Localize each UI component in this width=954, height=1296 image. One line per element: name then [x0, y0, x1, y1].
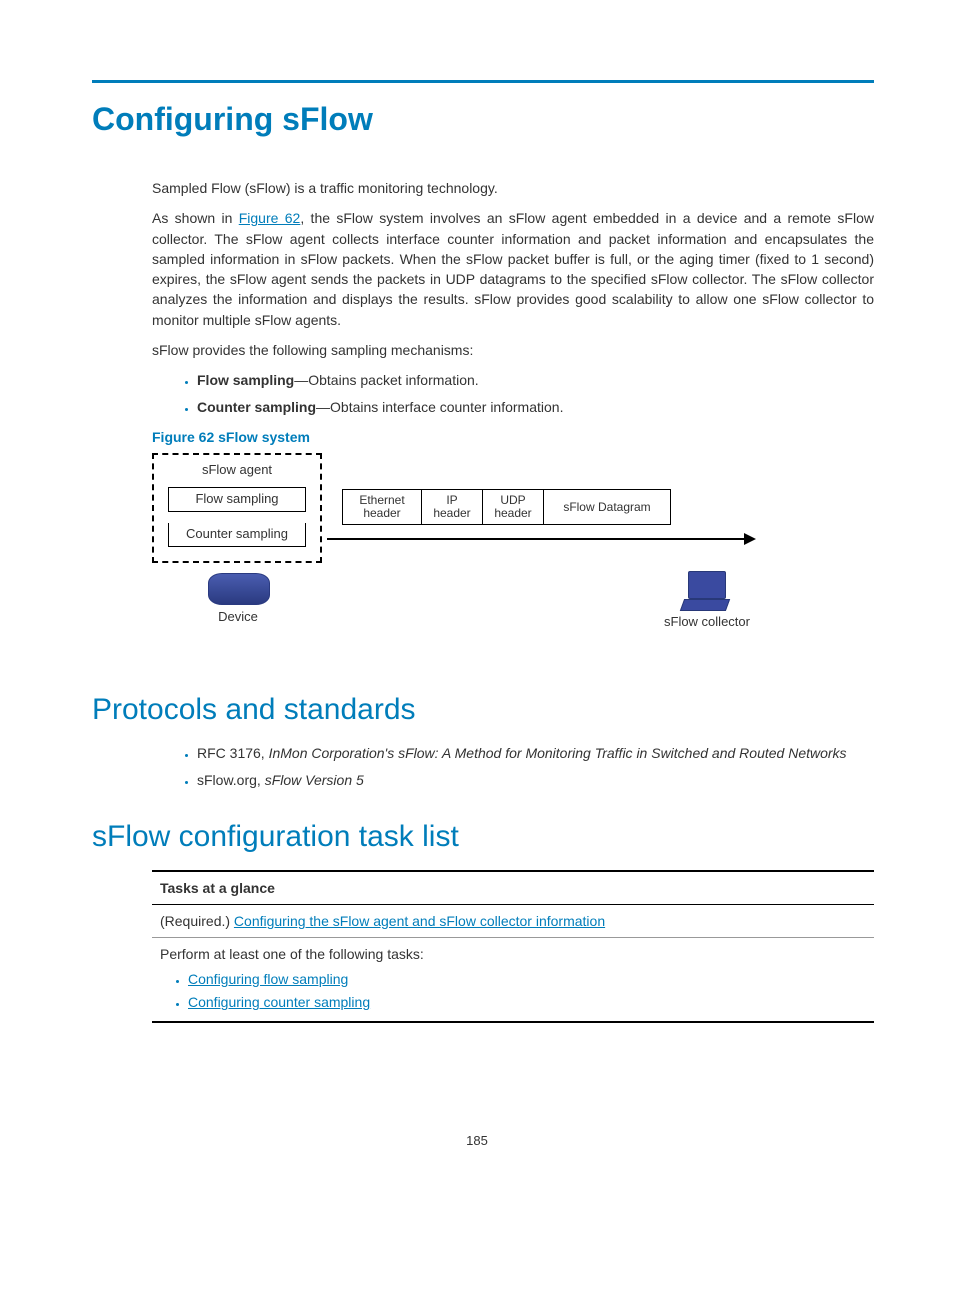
arrow-line [327, 538, 747, 540]
flow-sampling-cell: Flow sampling [168, 487, 306, 512]
tasklist-heading: sFlow configuration task list [92, 820, 874, 854]
arrow-head-icon [744, 533, 756, 545]
page-title: Configuring sFlow [92, 101, 874, 138]
protocols-heading: Protocols and standards [92, 693, 874, 727]
page-number: 185 [80, 1133, 874, 1148]
list-item: Flow sampling—Obtains packet information… [197, 370, 874, 390]
intro-p1: Sampled Flow (sFlow) is a traffic monito… [152, 178, 874, 198]
agent-label: sFlow agent [168, 461, 306, 480]
device-icon [208, 573, 270, 605]
tasks-table: Tasks at a glance (Required.) Configurin… [152, 870, 874, 1023]
task-link-flow[interactable]: Configuring flow sampling [188, 971, 348, 987]
intro-p2: As shown in Figure 62, the sFlow system … [152, 208, 874, 330]
counter-sampling-cell: Counter sampling [168, 523, 306, 547]
figure-caption: Figure 62 sFlow system [152, 427, 874, 447]
task-link-counter[interactable]: Configuring counter sampling [188, 994, 370, 1010]
figure-diagram: sFlow agent Flow sampling Counter sampli… [152, 453, 874, 663]
list-item: RFC 3176, InMon Corporation's sFlow: A M… [197, 743, 874, 763]
list-item: Configuring counter sampling [188, 992, 866, 1012]
collector-icon [682, 571, 724, 605]
task-link-agent[interactable]: Configuring the sFlow agent and sFlow co… [234, 913, 605, 929]
tasks-header: Tasks at a glance [152, 871, 874, 905]
figure-link[interactable]: Figure 62 [239, 210, 301, 226]
list-item: sFlow.org, sFlow Version 5 [197, 770, 874, 790]
table-row: Perform at least one of the following ta… [152, 938, 874, 1022]
top-rule [92, 80, 874, 83]
protocols-list: RFC 3176, InMon Corporation's sFlow: A M… [152, 743, 874, 790]
intro-p3: sFlow provides the following sampling me… [152, 340, 874, 360]
device-label: Device [198, 608, 278, 627]
collector-label: sFlow collector [664, 613, 750, 632]
list-item: Counter sampling—Obtains interface count… [197, 397, 874, 417]
table-row: (Required.) Configuring the sFlow agent … [152, 905, 874, 938]
list-item: Configuring flow sampling [188, 969, 866, 989]
sampling-list: Flow sampling—Obtains packet information… [152, 370, 874, 417]
packet-structure: Ethernet header IP header UDP header sFl… [342, 489, 671, 525]
